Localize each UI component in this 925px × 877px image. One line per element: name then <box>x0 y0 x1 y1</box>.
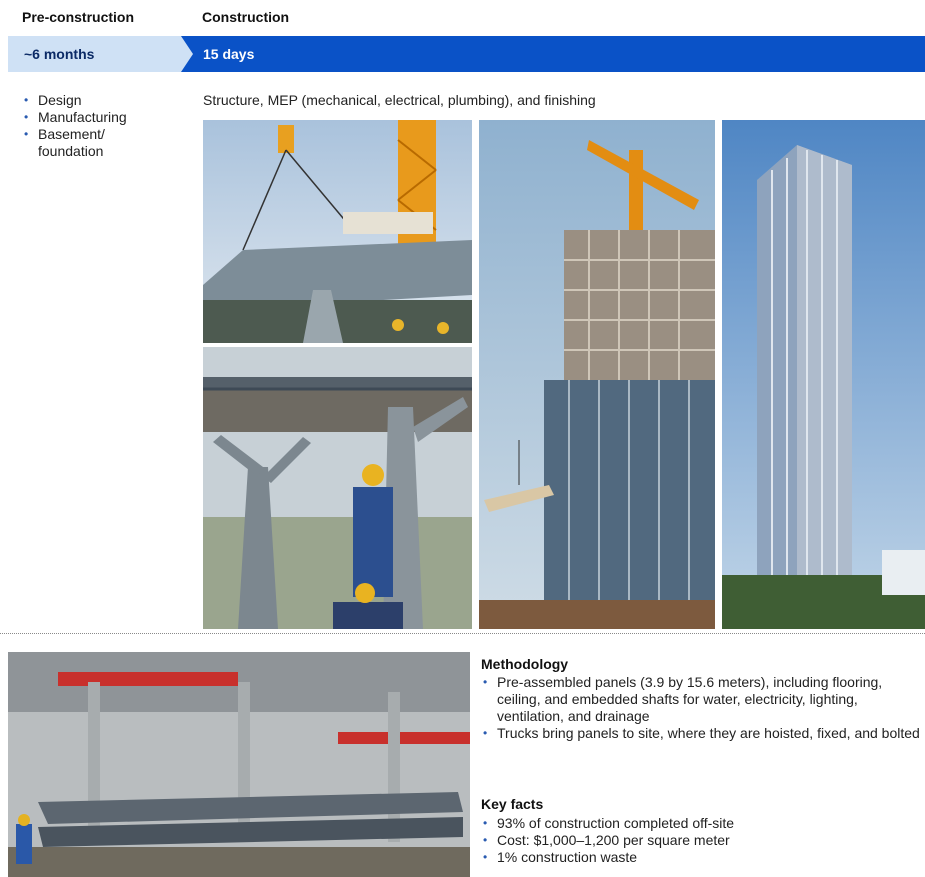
crane-lifting-panel-photo <box>203 120 472 343</box>
key-facts-heading: Key facts <box>481 796 544 812</box>
tower-under-construction-photo <box>479 120 715 629</box>
list-item: Manufacturing <box>22 109 172 126</box>
section-divider <box>0 633 925 634</box>
key-facts-list: 93% of construction completed off-site C… <box>481 815 921 866</box>
list-item: 93% of construction completed off-site <box>481 815 921 832</box>
list-item: Cost: $1,000–1,200 per square meter <box>481 832 921 849</box>
pre-construction-header: Pre-construction <box>22 9 135 25</box>
pre-construction-list: Design Manufacturing Basement/ foundatio… <box>22 92 172 160</box>
construction-subtitle: Structure, MEP (mechanical, electrical, … <box>203 92 596 108</box>
worker-bolting-column-photo <box>203 347 472 629</box>
pre-construction-duration-band: ~6 months <box>8 36 193 72</box>
methodology-heading: Methodology <box>481 656 569 672</box>
list-item: 1% construction waste <box>481 849 921 866</box>
construction-duration-band: 15 days <box>181 36 925 72</box>
factory-panels-photo <box>8 652 470 877</box>
construction-header: Construction <box>202 9 290 25</box>
list-item: Design <box>22 92 172 109</box>
list-item: Trucks bring panels to site, where they … <box>481 725 921 742</box>
construction-duration: 15 days <box>203 46 255 62</box>
list-item: Pre-assembled panels (3.9 by 15.6 meters… <box>481 674 921 725</box>
pre-construction-duration: ~6 months <box>24 46 95 62</box>
methodology-list: Pre-assembled panels (3.9 by 15.6 meters… <box>481 674 921 742</box>
completed-tower-photo <box>722 120 925 629</box>
list-item: Basement/ foundation <box>22 126 133 160</box>
